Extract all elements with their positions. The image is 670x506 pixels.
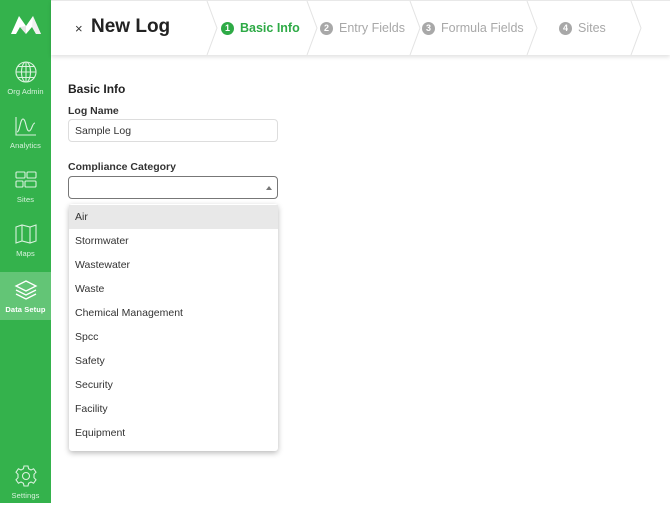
option-stormwater[interactable]: Stormwater	[69, 229, 278, 253]
compliance-category-dropdown: Air Stormwater Wastewater Waste Chemical…	[69, 204, 278, 451]
page-title: New Log	[91, 16, 171, 37]
step-basic-info[interactable]: 1 Basic Info	[221, 1, 300, 55]
globe-icon	[14, 61, 37, 83]
section-title: Basic Info	[68, 82, 126, 96]
option-air[interactable]: Air	[69, 205, 278, 229]
mountain-logo-icon	[10, 16, 41, 34]
compliance-category-label: Compliance Category	[68, 161, 176, 173]
step-number-badge: 3	[422, 21, 435, 35]
option-safety[interactable]: Safety	[69, 349, 278, 373]
step-separator	[630, 1, 642, 55]
step-number-badge: 2	[320, 21, 333, 35]
step-sites[interactable]: 4 Sites	[559, 1, 606, 55]
step-formula-fields[interactable]: 3 Formula Fields	[422, 1, 524, 55]
option-security[interactable]: Security	[69, 373, 278, 397]
grid-icon	[14, 171, 37, 188]
gear-icon	[14, 465, 37, 487]
sidebar: Org Admin Analytics Sites Maps Data Setu…	[0, 0, 51, 503]
option-wastewater[interactable]: Wastewater	[69, 253, 278, 277]
caret-up-icon	[266, 186, 272, 190]
sidebar-item-label: Data Setup	[5, 305, 46, 314]
step-label: Sites	[578, 21, 606, 35]
step-number-badge: 1	[221, 21, 234, 35]
step-label: Formula Fields	[441, 21, 524, 35]
step-separator	[526, 1, 538, 55]
step-number-badge: 4	[559, 21, 572, 35]
step-separator	[306, 1, 318, 55]
close-icon[interactable]: ×	[75, 21, 83, 36]
step-separator	[409, 1, 421, 55]
option-waste[interactable]: Waste	[69, 277, 278, 301]
map-icon	[14, 224, 37, 244]
chart-line-icon	[14, 117, 36, 136]
compliance-category-select[interactable]	[68, 176, 278, 199]
sidebar-item-label: Analytics	[10, 141, 41, 150]
option-facility[interactable]: Facility	[69, 397, 278, 421]
log-name-input[interactable]	[68, 119, 278, 142]
sidebar-item-maps[interactable]: Maps	[0, 216, 51, 264]
option-spcc[interactable]: Spcc	[69, 325, 278, 349]
sidebar-item-data-setup[interactable]: Data Setup	[0, 272, 51, 320]
sidebar-item-label: Sites	[16, 195, 35, 204]
app-logo[interactable]	[0, 0, 51, 50]
step-entry-fields[interactable]: 2 Entry Fields	[320, 1, 405, 55]
option-chemical-management[interactable]: Chemical Management	[69, 301, 278, 325]
step-separator	[206, 1, 218, 55]
top-bar: × New Log 1 Basic Info 2 Entry Fields 3 …	[51, 0, 670, 55]
sidebar-item-label: Org Admin	[7, 87, 44, 96]
step-label: Entry Fields	[339, 21, 405, 35]
step-label: Basic Info	[240, 21, 300, 35]
layers-icon	[14, 280, 37, 300]
sidebar-item-label: Maps	[16, 249, 35, 258]
sidebar-item-settings[interactable]: Settings	[0, 458, 51, 506]
log-name-label: Log Name	[68, 105, 119, 117]
option-equipment[interactable]: Equipment	[69, 421, 278, 445]
sidebar-item-org-admin[interactable]: Org Admin	[0, 54, 51, 102]
sidebar-item-label: Settings	[11, 491, 40, 500]
sidebar-item-analytics[interactable]: Analytics	[0, 108, 51, 156]
sidebar-item-sites[interactable]: Sites	[0, 162, 51, 210]
